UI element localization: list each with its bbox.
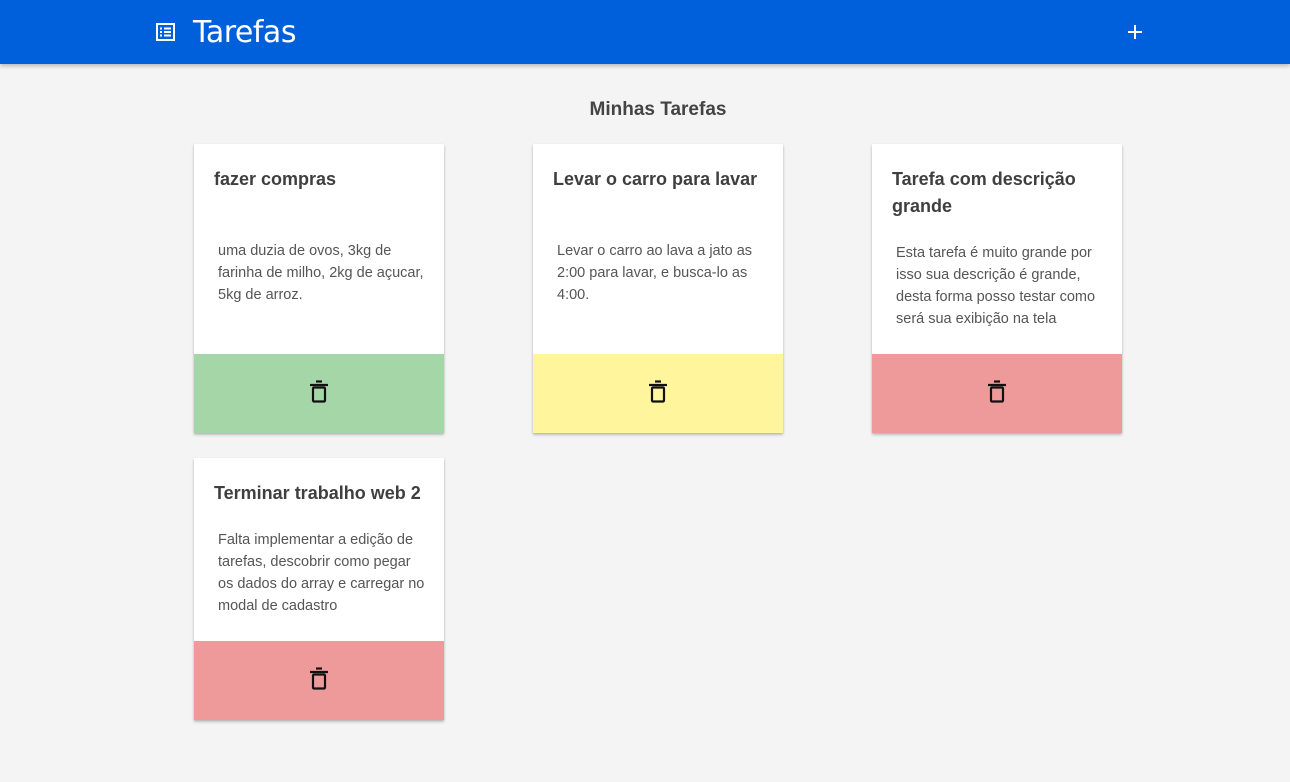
task-card: Terminar trabalho web 2 Falta implementa… <box>194 458 444 720</box>
task-description: Levar o carro ao lava a jato as 2:00 par… <box>557 243 753 303</box>
trash-icon <box>649 380 667 403</box>
trash-icon <box>988 380 1006 403</box>
task-card: Levar o carro para lavar Levar o carro a… <box>533 144 783 433</box>
trash-icon <box>310 667 328 690</box>
task-status-footer <box>533 354 783 433</box>
app-title: Tarefas <box>193 15 296 50</box>
task-status-footer <box>872 354 1122 433</box>
delete-task-button[interactable] <box>307 379 331 405</box>
task-card: fazer compras uma duzia de ovos, 3kg de … <box>194 144 444 433</box>
task-description: Falta implementar a edição de tarefas, d… <box>218 532 425 614</box>
task-description: Esta tarefa é muito grande por isso sua … <box>896 245 1096 327</box>
task-card: Tarefa com descrição grande Esta tarefa … <box>872 144 1122 433</box>
delete-task-button[interactable] <box>985 379 1009 405</box>
task-status-footer <box>194 641 444 720</box>
add-task-button[interactable] <box>1122 19 1148 45</box>
task-title: Tarefa com descrição grande <box>892 169 1076 216</box>
list-icon <box>156 23 175 41</box>
plus-icon <box>1128 25 1142 39</box>
task-status-footer <box>194 354 444 433</box>
page-title: Minhas Tarefas <box>589 99 727 120</box>
delete-task-button[interactable] <box>307 666 331 692</box>
trash-icon <box>310 380 328 403</box>
task-title: fazer compras <box>214 169 337 189</box>
task-title: Levar o carro para lavar <box>553 169 758 189</box>
task-title: Terminar trabalho web 2 <box>214 483 421 503</box>
delete-task-button[interactable] <box>646 379 670 405</box>
top-navbar: Tarefas <box>0 0 1290 64</box>
task-description: uma duzia de ovos, 3kg de farinha de mil… <box>218 243 424 303</box>
